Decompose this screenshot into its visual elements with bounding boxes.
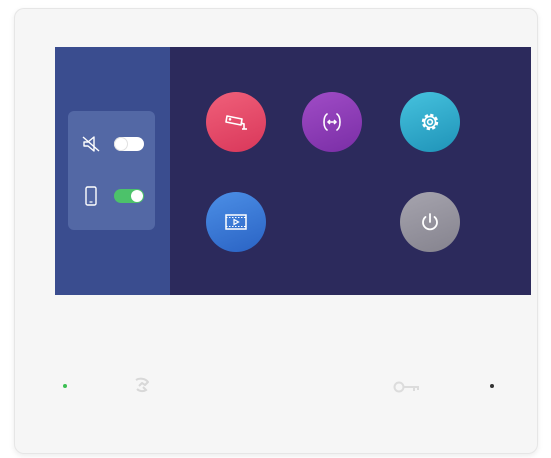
- gear-icon: [421, 113, 439, 131]
- status-led-green: [63, 384, 67, 388]
- toggle-knob: [115, 138, 127, 150]
- unlock-button[interactable]: [392, 378, 422, 396]
- mobile-phone-icon: [80, 185, 102, 207]
- toggle-knob: [131, 190, 143, 202]
- video-playback-icon: [225, 214, 247, 230]
- video-playback-button[interactable]: [206, 192, 266, 252]
- power-icon: [422, 213, 438, 231]
- left-status-panel: [55, 47, 170, 295]
- phone-toggle-row: [68, 181, 155, 211]
- intercom-button[interactable]: [302, 92, 362, 152]
- status-led-dark: [490, 384, 494, 388]
- mute-toggle-row: [68, 129, 155, 159]
- mute-speaker-icon: [80, 133, 102, 155]
- cctv-camera-icon: [225, 115, 247, 130]
- settings-button[interactable]: [400, 92, 460, 152]
- talk-icon: [135, 377, 149, 393]
- key-icon: [393, 381, 419, 393]
- power-button[interactable]: [400, 192, 460, 252]
- phone-toggle-switch[interactable]: [114, 189, 144, 203]
- touch-screen: [55, 47, 531, 295]
- mute-toggle-switch[interactable]: [114, 137, 144, 151]
- quick-toggle-card: [68, 111, 155, 230]
- talk-button[interactable]: [131, 376, 155, 394]
- monitor-camera-button[interactable]: [206, 92, 266, 152]
- intercom-transfer-icon: [323, 113, 341, 131]
